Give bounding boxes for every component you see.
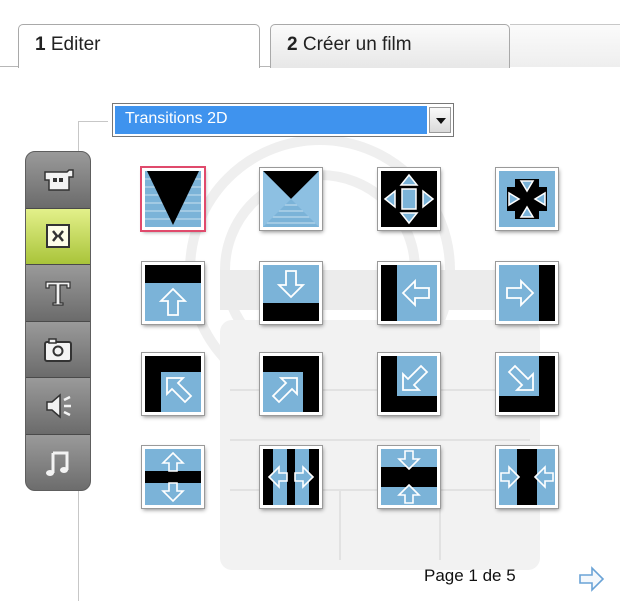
- contract-arrows-in-icon: [499, 171, 555, 227]
- transition-tile[interactable]: [496, 353, 558, 415]
- tool-audio-button[interactable]: [26, 378, 90, 435]
- tab-editer[interactable]: 1 Editer: [18, 24, 260, 68]
- wipe-down-triangle-icon: [145, 171, 201, 227]
- video-clip-icon: [44, 169, 74, 191]
- push-down-icon: [263, 265, 319, 321]
- split-vertical-open-icon: [145, 449, 201, 505]
- hourglass-wipe-icon: [263, 171, 319, 227]
- tab-number: 2: [287, 34, 298, 55]
- transition-tile[interactable]: [496, 446, 558, 508]
- expand-arrows-out-icon: [381, 171, 437, 227]
- chevron-down-icon[interactable]: [429, 107, 451, 133]
- transition-tile[interactable]: [260, 168, 322, 230]
- push-right-icon: [499, 265, 555, 321]
- photo-icon: [44, 337, 72, 362]
- push-up-right-icon: [263, 356, 319, 412]
- tab-bar: 1 Editer 2 Créer un film: [0, 0, 620, 70]
- split-horizontal-open-icon: [263, 449, 319, 505]
- music-note-icon: [46, 451, 69, 477]
- push-down-right-icon: [499, 356, 555, 412]
- transition-tile[interactable]: [260, 262, 322, 324]
- tab-label: Editer: [50, 34, 101, 55]
- transition-tile[interactable]: [142, 168, 204, 230]
- audio-speaker-icon: [46, 393, 71, 419]
- editor-tool-strip: [25, 151, 91, 491]
- transition-tile[interactable]: [378, 262, 440, 324]
- tool-music-button[interactable]: [26, 434, 90, 490]
- transition-tile[interactable]: [378, 353, 440, 415]
- transition-tile[interactable]: [378, 168, 440, 230]
- transition-tile[interactable]: [142, 353, 204, 415]
- transition-category-select[interactable]: Transitions 2D: [112, 103, 454, 137]
- transition-tile[interactable]: [496, 262, 558, 324]
- tab-creer-un-film[interactable]: 2 Créer un film: [270, 24, 510, 68]
- transition-tile[interactable]: [142, 262, 204, 324]
- tab-label: Créer un film: [302, 34, 412, 55]
- transition-tile[interactable]: [496, 168, 558, 230]
- tool-titles-button[interactable]: [26, 265, 90, 322]
- tool-photos-button[interactable]: [26, 321, 90, 379]
- transition-icon: [46, 224, 70, 249]
- tool-video-button[interactable]: [26, 152, 90, 209]
- select-value: Transitions 2D: [115, 106, 427, 134]
- transition-tile[interactable]: [260, 446, 322, 508]
- transition-tile[interactable]: [142, 446, 204, 508]
- guide-line-horizontal: [78, 121, 108, 122]
- next-page-arrow-icon[interactable]: [576, 565, 606, 593]
- push-left-icon: [381, 265, 437, 321]
- split-horizontal-close-icon: [499, 449, 555, 505]
- tab-bar-filler: [510, 24, 620, 67]
- transition-tile[interactable]: [378, 446, 440, 508]
- push-up-left-icon: [145, 356, 201, 412]
- split-vertical-close-icon: [381, 449, 437, 505]
- title-text-icon: [45, 281, 71, 306]
- tab-number: 1: [35, 34, 46, 55]
- tool-transitions-button[interactable]: [26, 208, 90, 266]
- push-down-left-icon: [381, 356, 437, 412]
- push-up-icon: [145, 265, 201, 321]
- page-indicator: Page 1 de 5: [424, 566, 516, 585]
- transition-tile[interactable]: [260, 353, 322, 415]
